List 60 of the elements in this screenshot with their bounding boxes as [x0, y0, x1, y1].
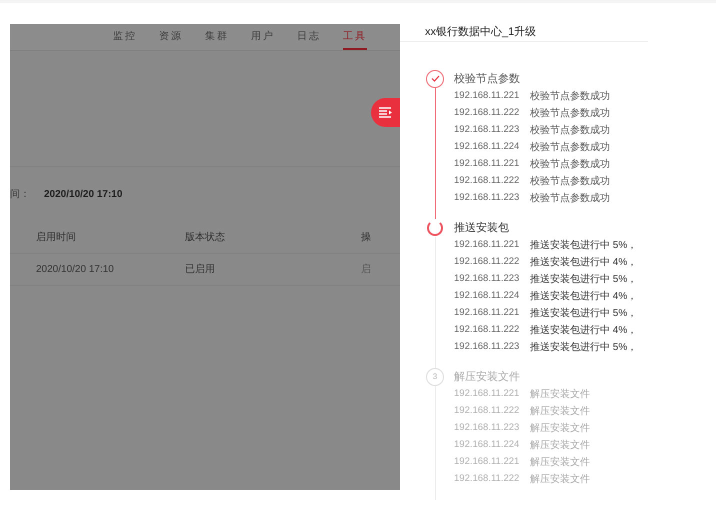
status-message: 解压安装文件	[530, 404, 590, 418]
step-title: 校验节点参数	[454, 72, 521, 86]
status-message: 推送安装包进行中 5%，	[530, 272, 638, 286]
ip-address: 192.168.11.221	[454, 456, 520, 467]
ip-address: 192.168.11.222	[454, 106, 520, 118]
ip-address: 192.168.11.223	[454, 272, 520, 284]
status-message: 解压安装文件	[530, 388, 590, 402]
status-message: 校验节点参数成功	[530, 90, 610, 104]
status-message: 校验节点参数成功	[530, 192, 610, 206]
step-number: 3	[426, 368, 444, 386]
menu-button[interactable]	[371, 98, 400, 127]
ip-address: 192.168.11.222	[454, 174, 520, 186]
status-message: 解压安装文件	[530, 422, 590, 436]
field-value: 2020/10/20 17:10	[44, 188, 122, 202]
ip-address: 192.168.11.222	[454, 324, 520, 335]
status-message: 推送安装包进行中 4%，	[530, 324, 638, 338]
nav-tab[interactable]: 监控	[113, 24, 137, 50]
column-header: 版本状态	[185, 232, 225, 243]
step-title: 解压安装文件	[454, 370, 521, 384]
column-header: 启用时间	[36, 232, 76, 243]
ip-address: 192.168.11.221	[454, 238, 520, 250]
ip-address: 192.168.11.224	[454, 140, 520, 152]
ip-address: 192.168.11.222	[454, 256, 520, 267]
status-message: 校验节点参数成功	[530, 158, 610, 172]
status-message: 推送安装包进行中 5%，	[530, 306, 638, 320]
status-message: 解压安装文件	[530, 456, 590, 470]
status-message: 校验节点参数成功	[530, 174, 610, 188]
status-message: 推送安装包进行中 5%，	[530, 238, 638, 252]
ip-address: 192.168.11.224	[454, 438, 520, 450]
ip-address: 192.168.11.221	[454, 388, 520, 399]
ip-address: 192.168.11.222	[454, 404, 520, 416]
table-cell: 2020/10/20 17:10	[36, 264, 114, 275]
ip-address: 192.168.11.221	[454, 306, 520, 318]
ip-address: 192.168.11.223	[454, 192, 520, 203]
ip-address: 192.168.11.223	[454, 340, 520, 352]
status-message: 解压安装文件	[530, 438, 590, 452]
list-icon	[378, 107, 392, 118]
status-message: 校验节点参数成功	[530, 124, 610, 138]
ip-address: 192.168.11.222	[454, 472, 520, 484]
nav-tab[interactable]: 日志	[297, 24, 321, 50]
drawer-title: xx银行数据中心_1升级	[425, 24, 536, 40]
status-message: 校验节点参数成功	[530, 106, 610, 120]
field-label: 间：	[10, 188, 30, 202]
ip-address: 192.168.11.223	[454, 422, 520, 433]
column-header: 操	[361, 232, 371, 243]
nav-tab[interactable]: 工具	[343, 24, 367, 50]
ip-address: 192.168.11.223	[454, 124, 520, 135]
step-title: 推送安装包	[454, 220, 510, 236]
nav-tab[interactable]: 资源	[159, 24, 183, 50]
ip-address: 192.168.11.224	[454, 290, 520, 301]
status-message: 校验节点参数成功	[530, 140, 610, 154]
status-message: 推送安装包进行中 4%，	[530, 256, 638, 270]
status-message: 解压安装文件	[530, 472, 590, 486]
table-cell: 已启用	[185, 264, 215, 275]
status-message: 推送安装包进行中 5%，	[530, 340, 638, 354]
ip-address: 192.168.11.221	[454, 158, 520, 169]
ip-address: 192.168.11.221	[454, 90, 520, 101]
status-message: 推送安装包进行中 4%，	[530, 290, 638, 304]
nav-tab[interactable]: 用户	[251, 24, 275, 50]
nav-tab[interactable]: 集群	[205, 24, 229, 50]
